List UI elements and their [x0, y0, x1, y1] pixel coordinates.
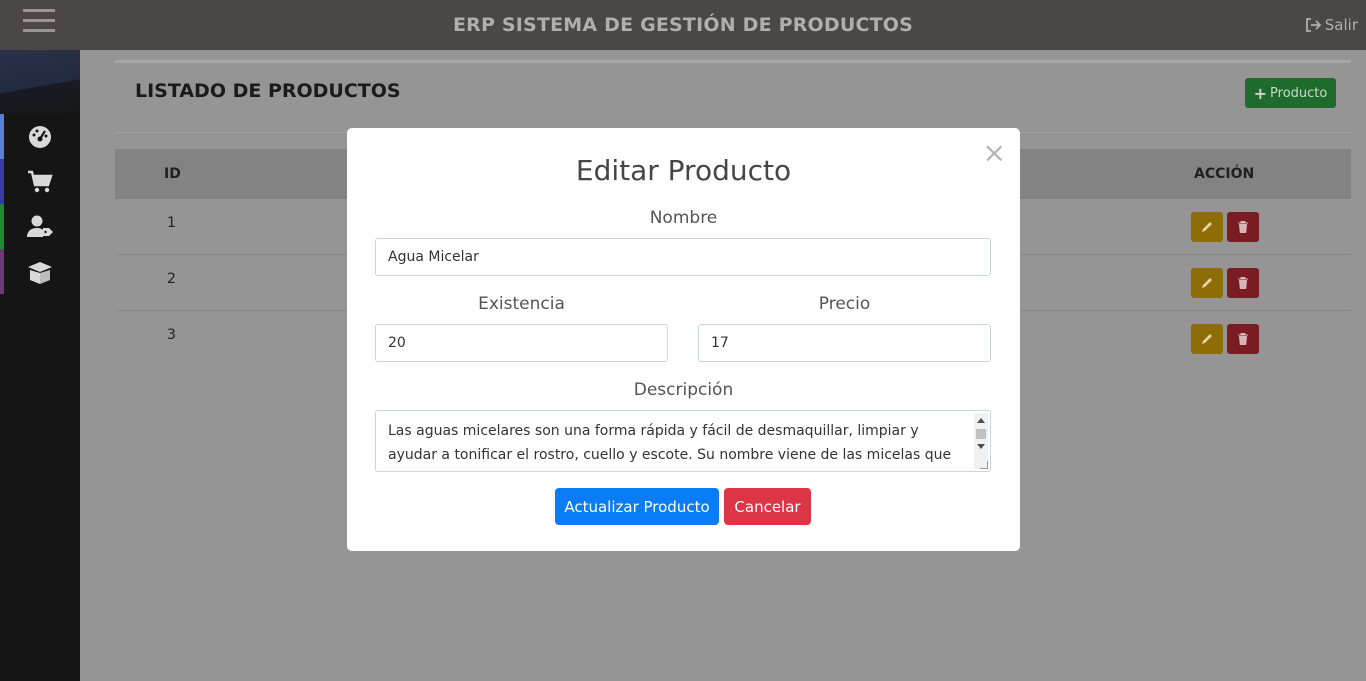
delete-button[interactable] [1227, 324, 1259, 354]
pencil-icon [1202, 222, 1212, 232]
trash-icon [1238, 221, 1248, 233]
pencil-icon [1202, 278, 1212, 288]
add-product-button[interactable]: + Producto [1245, 78, 1336, 108]
nombre-field[interactable] [375, 238, 991, 276]
existencia-field[interactable] [375, 324, 668, 362]
user-tag-icon [27, 215, 53, 237]
edit-button[interactable] [1191, 268, 1223, 298]
add-product-label: Producto [1270, 85, 1328, 101]
dashboard-icon [29, 125, 51, 148]
row-id: 3 [167, 327, 176, 343]
app-title: ERP SISTEMA DE GESTIÓN DE PRODUCTOS [452, 14, 914, 36]
sidebar [0, 50, 80, 681]
pencil-icon [1202, 334, 1212, 344]
modal-title: Editar Producto [575, 154, 792, 187]
plus-icon: + [1253, 83, 1268, 103]
sidebar-item-clients[interactable] [0, 204, 80, 249]
column-header-id: ID [164, 166, 181, 182]
nombre-label: Nombre [649, 208, 718, 228]
sign-out-icon [1305, 18, 1321, 32]
trash-icon [1238, 333, 1248, 345]
cart-icon [28, 170, 53, 192]
top-bar: ERP SISTEMA DE GESTIÓN DE PRODUCTOS Sali… [0, 0, 1366, 50]
row-id: 1 [167, 215, 176, 231]
edit-product-modal: × Editar Producto Nombre Existencia Prec… [347, 128, 1020, 551]
sidebar-item-dashboard[interactable] [0, 114, 80, 159]
logout-button[interactable]: Salir [1305, 16, 1358, 34]
edit-button[interactable] [1191, 324, 1223, 354]
existencia-label: Existencia [478, 294, 565, 314]
logout-label: Salir [1324, 16, 1358, 34]
sidebar-item-cart[interactable] [0, 159, 80, 204]
trash-icon [1238, 277, 1248, 289]
descripcion-textarea[interactable]: Las aguas micelares son una forma rápida… [375, 410, 991, 472]
resize-handle[interactable] [980, 461, 988, 469]
sidebar-item-products[interactable] [0, 249, 80, 294]
descripcion-label: Descripción [633, 380, 734, 400]
precio-label: Precio [818, 294, 871, 314]
row-id: 2 [167, 271, 176, 287]
page-title: LISTADO DE PRODUCTOS [135, 80, 401, 102]
sidebar-header [0, 50, 80, 114]
precio-field[interactable] [698, 324, 991, 362]
box-open-icon [28, 261, 52, 284]
delete-button[interactable] [1227, 268, 1259, 298]
column-header-action: ACCIÓN [1194, 166, 1255, 182]
update-product-button[interactable]: Actualizar Producto [555, 488, 719, 525]
descripcion-text: Las aguas micelares son una forma rápida… [388, 423, 952, 463]
delete-button[interactable] [1227, 212, 1259, 242]
cancel-button[interactable]: Cancelar [724, 488, 811, 525]
edit-button[interactable] [1191, 212, 1223, 242]
